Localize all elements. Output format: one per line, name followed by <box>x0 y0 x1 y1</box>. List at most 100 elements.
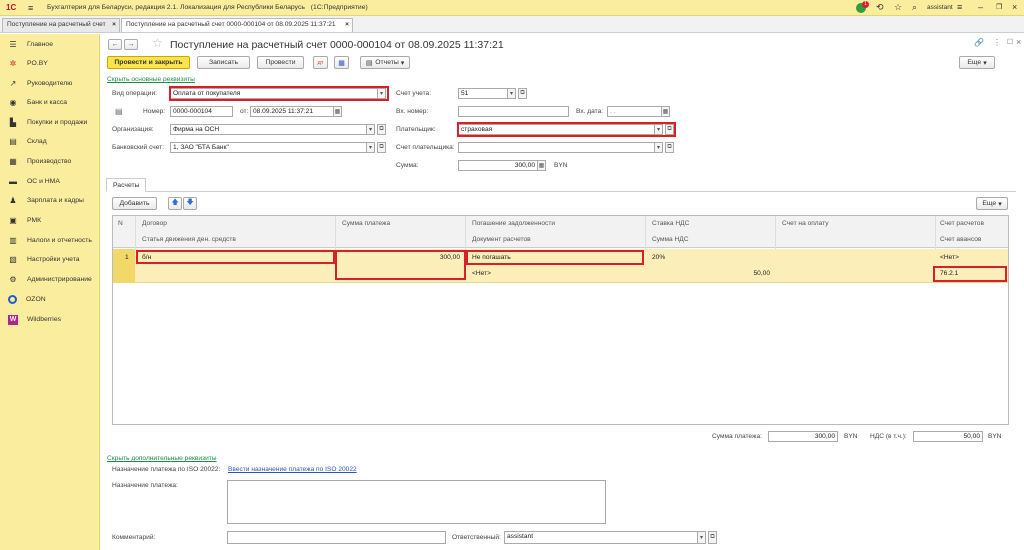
number-field[interactable]: 0000-000104 <box>170 106 233 117</box>
structure-icon[interactable]: ▦ <box>334 56 349 69</box>
sidebar-item-salary[interactable]: ♟ Зарплата и кадры <box>0 191 100 210</box>
settle-account-cell[interactable]: <Нет> <box>940 254 959 261</box>
col-settle-doc-header[interactable]: Документ расчетов <box>472 236 531 243</box>
organization-field[interactable]: Фирма на ОСН <box>170 124 367 135</box>
comment-field[interactable] <box>227 531 446 544</box>
payer-field[interactable]: страховая <box>458 124 655 135</box>
col-settle-account-header[interactable]: Счет расчетов <box>940 220 984 227</box>
close-window-icon[interactable]: × <box>1012 2 1017 12</box>
iso-purpose-link[interactable]: Ввести назначение платежа по ISO 20022 <box>228 466 357 473</box>
account-field[interactable]: 51 <box>458 88 508 99</box>
col-invoice-header[interactable]: Счет на оплату <box>782 220 829 227</box>
settle-doc-cell[interactable]: <Нет> <box>472 270 491 277</box>
repayment-cell[interactable]: Не погашать <box>472 254 511 261</box>
col-amount-header[interactable]: Сумма платежа <box>342 220 390 227</box>
forward-button[interactable]: → <box>124 39 138 50</box>
save-button[interactable]: Записать <box>197 56 250 69</box>
history-icon[interactable]: ⟲ <box>876 2 884 13</box>
post-and-close-button[interactable]: Провести и закрыть <box>107 56 190 69</box>
open-icon[interactable]: ⧉ <box>377 142 386 153</box>
responsible-field[interactable]: assistant <box>504 531 698 544</box>
settings-menu-icon[interactable]: ≡ <box>957 2 962 12</box>
dt-kt-icon[interactable]: дт <box>313 56 328 69</box>
minimize-icon[interactable]: – <box>978 2 983 12</box>
chevron-down-icon[interactable]: ▾ <box>697 531 706 544</box>
open-icon[interactable]: ⧉ <box>708 531 717 544</box>
col-repayment-header[interactable]: Погашение задолженности <box>472 220 555 227</box>
chevron-down-icon[interactable]: ▾ <box>366 142 375 153</box>
open-icon[interactable]: ⧉ <box>518 88 527 99</box>
sidebar-item-accounting-settings[interactable]: ▧ Настройки учета <box>0 250 100 269</box>
sidebar-item-manager[interactable]: ↗ Руководителю <box>0 74 100 93</box>
search-icon[interactable]: ⌕ <box>912 2 917 13</box>
close-tab-icon[interactable]: × <box>345 21 349 28</box>
amount-cell[interactable]: 300,00 <box>342 254 460 261</box>
calendar-icon[interactable]: ▦ <box>661 106 670 117</box>
vat-sum-cell[interactable]: 50,00 <box>652 270 770 277</box>
close-form-icon[interactable]: × <box>1016 37 1021 47</box>
operation-type-select[interactable]: Оплата от покупателя <box>170 88 379 99</box>
link-icon[interactable]: 🔗 <box>974 38 984 47</box>
more-options-icon[interactable]: ⋮ <box>993 38 1001 47</box>
open-icon[interactable]: ⧉ <box>377 124 386 135</box>
col-advance-account-header[interactable]: Счет авансов <box>940 236 981 243</box>
incoming-number-field[interactable] <box>458 106 569 117</box>
sidebar-item-ozon[interactable]: OZON <box>0 290 100 309</box>
favorite-star-icon[interactable]: ☆ <box>152 36 163 50</box>
sidebar-item-main[interactable]: ☰ Главное <box>0 35 100 54</box>
table-more-button[interactable]: Еще ▾ <box>976 197 1008 210</box>
col-contract-header[interactable]: Договор <box>142 220 167 227</box>
sidebar-item-wildberries[interactable]: W Wildberries <box>0 310 100 329</box>
advance-account-cell[interactable]: 76.2.1 <box>940 270 958 277</box>
sidebar-item-production[interactable]: ▦ Производство <box>0 152 100 171</box>
hide-main-details-link[interactable]: Скрыть основные реквизиты <box>107 76 195 83</box>
tab-current-document[interactable]: Поступление на расчетный счет 0000-00010… <box>121 18 353 32</box>
chevron-down-icon[interactable]: ▾ <box>654 142 663 153</box>
back-button[interactable]: ← <box>108 39 122 50</box>
vat-rate-cell[interactable]: 20% <box>652 254 665 261</box>
open-icon[interactable]: ⧉ <box>665 142 674 153</box>
move-up-button[interactable]: 🡅 <box>168 197 182 210</box>
maximize-form-icon[interactable]: ☐ <box>1007 38 1013 46</box>
contract-cell[interactable]: б/н <box>142 254 151 261</box>
calendar-icon[interactable]: ▦ <box>333 106 342 117</box>
move-down-button[interactable]: 🡇 <box>183 197 197 210</box>
sidebar-item-poby[interactable]: ✲ PO.BY <box>0 54 100 73</box>
chevron-down-icon[interactable]: ▾ <box>366 124 375 135</box>
close-tab-icon[interactable]: × <box>112 21 116 28</box>
table-row[interactable]: 1 б/н 300,00 Не погашать 20% <Нет> <Нет>… <box>113 249 1008 283</box>
sidebar-item-admin[interactable]: ⚙ Администрирование <box>0 270 100 289</box>
post-button[interactable]: Провести <box>257 56 304 69</box>
hide-extra-details-link[interactable]: Скрыть дополнительные реквизиты <box>107 455 217 462</box>
more-button[interactable]: Еще ▾ <box>959 56 995 69</box>
sidebar-item-taxes[interactable]: ▥ Налоги и отчетность <box>0 231 100 250</box>
open-icon[interactable]: ⧉ <box>665 124 674 135</box>
numbering-icon[interactable]: ▤ <box>115 107 123 116</box>
date-field[interactable]: 08.09.2025 11:37:21 <box>250 106 334 117</box>
col-n-header[interactable]: N <box>118 220 123 227</box>
col-vat-sum-header[interactable]: Сумма НДС <box>652 236 689 243</box>
maximize-icon[interactable]: ❐ <box>996 3 1002 11</box>
reports-dropdown-button[interactable]: ▤ Отчеты ▾ <box>360 56 410 69</box>
sidebar-item-bank[interactable]: ◉ Банк и касса <box>0 93 100 112</box>
col-cash-item-header[interactable]: Статья движения ден. средств <box>142 236 236 243</box>
hamburger-menu-icon[interactable]: ≡ <box>28 3 33 13</box>
add-row-button[interactable]: Добавить <box>112 197 157 210</box>
tab-receipts-list[interactable]: Поступление на расчетный счет × <box>2 18 120 32</box>
chevron-down-icon[interactable]: ▾ <box>507 88 516 99</box>
favorites-star-icon[interactable]: ☆ <box>894 2 902 13</box>
incoming-date-field[interactable]: . . <box>607 106 662 117</box>
chevron-down-icon[interactable]: ▾ <box>377 88 386 99</box>
sidebar-item-rmk[interactable]: ▣ РМК <box>0 211 100 230</box>
sidebar-item-purchases[interactable]: ▙ Покупки и продажи <box>0 113 100 132</box>
sidebar-item-warehouse[interactable]: ▤ Склад <box>0 132 100 151</box>
tab-settlements[interactable]: Расчеты <box>106 178 146 192</box>
chevron-down-icon[interactable]: ▾ <box>654 124 663 135</box>
user-name[interactable]: assistant <box>927 4 953 11</box>
payer-account-field[interactable] <box>458 142 655 153</box>
purpose-textarea[interactable] <box>227 480 606 524</box>
sidebar-item-assets[interactable]: ▬ ОС и НМА <box>0 172 100 191</box>
col-vat-rate-header[interactable]: Ставка НДС <box>652 220 689 227</box>
bank-account-field[interactable]: 1, ЗАО "БТА Банк" <box>170 142 367 153</box>
calculator-icon[interactable]: ▦ <box>537 160 546 171</box>
